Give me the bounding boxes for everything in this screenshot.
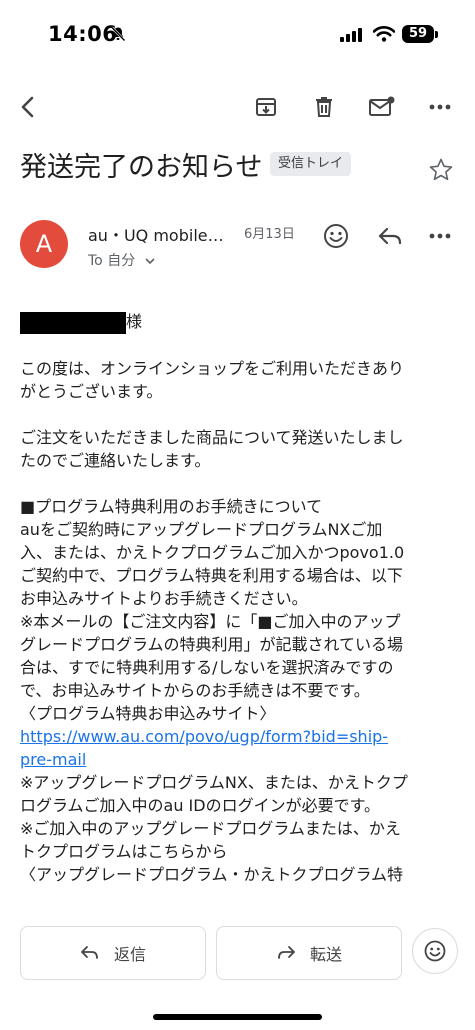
intro-paragraph: この度は、オンラインショップをご利用いただきあり がとうございます。 [20,357,460,403]
text-line: この度は、オンラインショップをご利用いただきあり [20,358,405,378]
chevron-down-icon [145,258,155,265]
star-icon[interactable] [428,157,454,183]
home-indicator[interactable] [153,1014,322,1020]
archive-icon [256,98,276,116]
sender-more-icon[interactable] [428,222,452,250]
reply-button[interactable]: 返信 [20,926,206,980]
email-toolbar [0,85,475,129]
forward-icon [278,946,295,959]
sender-name[interactable]: au・UQ mobile… [88,222,224,246]
text-line: ※ご加入中のアップグレードプログラムまたは、かえ [20,818,401,838]
more-options-button[interactable] [424,91,456,123]
email-date: 6月13日 [244,227,295,242]
archive-button[interactable] [250,91,282,123]
sender-avatar[interactable]: A [20,220,68,268]
link-text: pre-mail [20,749,87,769]
text-line: ※本メールの【ご注文内容】に「■ご加入中のアップ [20,611,401,631]
email-subject: 発送完了のお知らせ [20,152,263,183]
email-body: 様 この度は、オンラインショップをご利用いただきあり がとうございます。 ご注文… [20,310,460,886]
text-line: ■プログラム特典利用のお手続きについて [20,496,323,516]
mark-unread-button[interactable] [366,91,398,123]
back-arrow-icon [21,96,34,118]
text-line: 合は、すでに特典利用する/しないを選択済みですの [20,657,394,677]
delete-button[interactable] [308,91,340,123]
greeting-suffix: 様 [126,312,143,331]
add-reaction-icon[interactable] [322,222,350,250]
more-horizontal-icon [429,104,451,110]
back-button[interactable] [12,91,44,123]
trash-icon [316,97,332,117]
text-line: ※アップグレードプログラムNX、または、かえトクプ [20,772,408,792]
inbox-label-badge[interactable]: 受信トレイ [270,152,352,176]
reaction-button[interactable] [412,928,458,974]
text-line: トクプログラムはこちらから [20,841,228,861]
forward-button[interactable]: 転送 [216,926,402,980]
recipient-line[interactable]: To 自分 [88,250,156,270]
text-line: がとうございます。 [20,381,163,401]
text-line: auをご契約時にアップグレードプログラムNXご加 [20,519,383,539]
recipient-text: To 自分 [88,253,136,269]
bottom-action-bar: 返信 転送 [0,918,475,1030]
text-line: たのでご連絡いたします。 [20,450,211,470]
text-line: 〈アップグレードプログラム・かえトクプログラム特 [20,864,404,884]
link-text: https://www.au.com/povo/ugp/form?bid=shi… [20,726,389,746]
cellular-signal-icon [340,28,362,42]
battery-tip [435,31,438,38]
text-line: ログラムご加入中のau IDのログインが必要です。 [20,795,380,815]
text-line: お申込みサイトよりお手続きください。 [20,588,308,608]
text-line: 〈プログラム特典お申込みサイト〉 [20,703,276,723]
reply-icon[interactable] [376,222,404,250]
status-bar: 14:06 59 [0,0,475,70]
greeting-line: 様 [20,310,460,334]
battery-indicator: 59 [402,25,434,43]
application-site-link[interactable]: https://www.au.com/povo/ugp/form?bid=shi… [20,725,460,771]
text-line: グレードプログラムの特典利用」が記載されている場 [20,634,404,654]
program-section: ■プログラム特典利用のお手続きについて auをご契約時にアップグレードプログラム… [20,495,460,886]
status-time: 14:06 [48,22,118,46]
shipping-paragraph: ご注文をいただきました商品について発送いたしまし たのでご連絡いたします。 [20,426,460,472]
silent-bell-icon [111,26,126,42]
smiley-icon [424,940,446,962]
mail-unread-icon [369,96,395,116]
reply-icon [81,946,98,959]
forward-label: 転送 [309,945,342,964]
text-line: 入、または、かえトクプログラムご加入かつpovo1.0 [20,542,405,562]
reply-label: 返信 [113,945,146,964]
text-line: ご契約中で、プログラム特典を利用する場合は、以下 [20,565,403,585]
text-line: ご注文をいただきました商品について発送いたしまし [20,427,404,447]
redacted-name [20,311,126,334]
wifi-icon [373,26,395,42]
text-line: で、お申込みサイトからのお手続きは不要です。 [20,680,370,700]
